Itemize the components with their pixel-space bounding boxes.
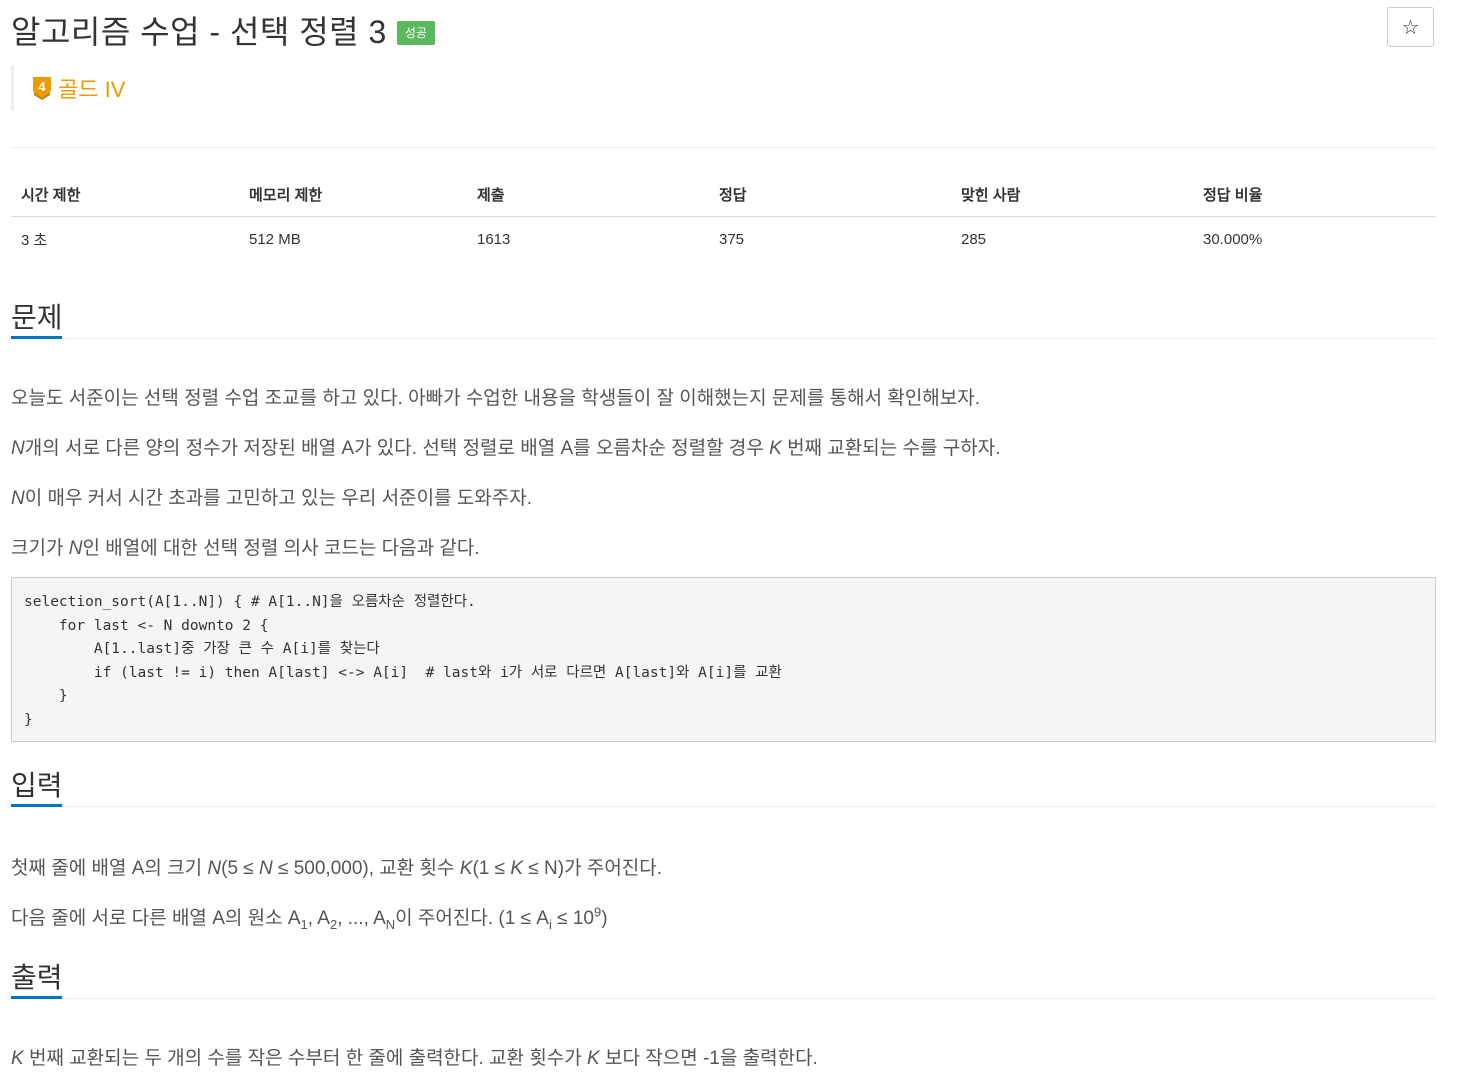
text: 번째 교환되는 두 개의 수를 작은 수부터 한 줄에 출력한다. 교환 횟수가: [23, 1048, 588, 1069]
output-line: K 번째 교환되는 두 개의 수를 작은 수부터 한 줄에 출력한다. 교환 횟…: [11, 1043, 818, 1070]
var-k: K: [459, 858, 473, 879]
svg-text:4: 4: [38, 79, 46, 94]
text: 인 배열에 대한 선택 정렬 의사 코드는 다음과 같다.: [82, 538, 480, 559]
input-header: 입력: [11, 768, 1436, 807]
subscript: N: [385, 916, 396, 932]
text: 번째 교환되는 수를 구하자.: [781, 438, 1001, 459]
star-icon: ☆: [1401, 16, 1420, 39]
problem-header: 문제: [11, 300, 1436, 339]
output-section: 출력: [11, 960, 1436, 999]
var-k: K: [769, 438, 782, 459]
problem-paragraph-3: N이 매우 커서 시간 초과를 고민하고 있는 우리 서준이를 도와주자.: [11, 483, 532, 510]
page-title: 알고리즘 수업 - 선택 정렬 3: [11, 14, 387, 50]
var-n: N: [259, 858, 273, 879]
stats-header-ratio: 정답 비율: [1203, 186, 1263, 204]
problem-section: 문제: [11, 300, 1436, 339]
stats-header-memory: 메모리 제한: [249, 186, 323, 204]
section-underline: [11, 336, 62, 339]
divider: [11, 147, 1436, 148]
text: 이 주어진다. (1 ≤ A: [395, 908, 549, 929]
text: , A: [307, 908, 330, 929]
output-header: 출력: [11, 960, 1436, 999]
var-k: K: [510, 858, 524, 879]
text: 보다 작으면 -1을 출력한다.: [599, 1048, 818, 1069]
pseudocode-block: selection_sort(A[1..N]) { # A[1..N]을 오름차…: [11, 577, 1436, 742]
problem-paragraph-4: 크기가 N인 배열에 대한 선택 정렬 의사 코드는 다음과 같다.: [11, 533, 480, 560]
stats-header-solvers: 맞힌 사람: [961, 186, 1021, 204]
section-underline: [11, 804, 62, 807]
stats-ratio: 30.000%: [1203, 230, 1263, 248]
stats-solvers[interactable]: 285: [951, 231, 1193, 248]
stats-accepted: 375: [719, 230, 745, 248]
problem-paragraph-2: N개의 서로 다른 양의 정수가 저장된 배열 A가 있다. 선택 정렬로 배열…: [11, 433, 1000, 460]
input-section: 입력: [11, 768, 1436, 807]
pseudocode-text: selection_sort(A[1..N]) { # A[1..N]을 오름차…: [24, 594, 782, 728]
input-line-1: 첫째 줄에 배열 A의 크기 N(5 ≤ N ≤ 500,000), 교환 횟수…: [11, 853, 662, 880]
tier-row: 4 골드 IV: [11, 66, 125, 110]
input-title: 입력: [11, 770, 63, 801]
text: 다음 줄에 서로 다른 배열 A의 원소 A: [11, 908, 301, 929]
text: 첫째 줄에 배열 A의 크기: [11, 858, 208, 879]
var-n: N: [207, 858, 222, 879]
input-line-2: 다음 줄에 서로 다른 배열 A의 원소 A1, A2, ..., AN이 주어…: [11, 903, 608, 932]
var-n: N: [11, 438, 25, 459]
var-n: N: [11, 488, 25, 509]
star-button[interactable]: ☆: [1387, 7, 1434, 47]
var-k: K: [587, 1048, 600, 1069]
problem-paragraph-1: 오늘도 서준이는 선택 정렬 수업 조교를 하고 있다. 아빠가 수업한 내용을…: [11, 388, 981, 409]
var-k: K: [11, 1048, 24, 1069]
tier-label[interactable]: 골드 IV: [58, 72, 125, 104]
section-underline: [11, 996, 62, 999]
status-badge: 성공: [396, 21, 435, 45]
stats-memory: 512 MB: [249, 230, 301, 248]
text: (1 ≤: [472, 858, 511, 879]
tier-icon: 4: [32, 76, 52, 100]
text: ): [601, 908, 608, 929]
output-title: 출력: [11, 962, 63, 993]
stats-table: 시간 제한 메모리 제한 제출 정답 맞힌 사람 정답 비율 3 초 512 M…: [11, 172, 1436, 261]
stats-submissions[interactable]: 1613: [467, 231, 709, 248]
text: ≤ 10: [551, 908, 594, 929]
text: ≤ 500,000), 교환 횟수: [272, 858, 460, 879]
text: 크기가: [11, 538, 69, 559]
problem-title: 문제: [11, 302, 63, 333]
var-n: N: [68, 538, 83, 559]
subscript: 1: [300, 916, 308, 932]
text: (5 ≤: [221, 858, 260, 879]
text: , ..., A: [337, 908, 386, 929]
title-row: 알고리즘 수업 - 선택 정렬 3 성공: [11, 10, 435, 50]
stats-value-row: 3 초 512 MB 1613 375 285 30.000%: [11, 217, 1436, 261]
stats-time: 3 초: [21, 231, 48, 249]
stats-header-accepted: 정답: [719, 186, 747, 204]
text: 개의 서로 다른 양의 정수가 저장된 배열 A가 있다. 선택 정렬로 배열 …: [24, 438, 770, 459]
text: 이 매우 커서 시간 초과를 고민하고 있는 우리 서준이를 도와주자.: [24, 488, 533, 509]
text: ≤ N)가 주어진다.: [523, 858, 663, 879]
stats-header-time: 시간 제한: [21, 186, 81, 204]
stats-header-row: 시간 제한 메모리 제한 제출 정답 맞힌 사람 정답 비율: [11, 172, 1436, 217]
stats-header-submissions: 제출: [477, 186, 505, 204]
